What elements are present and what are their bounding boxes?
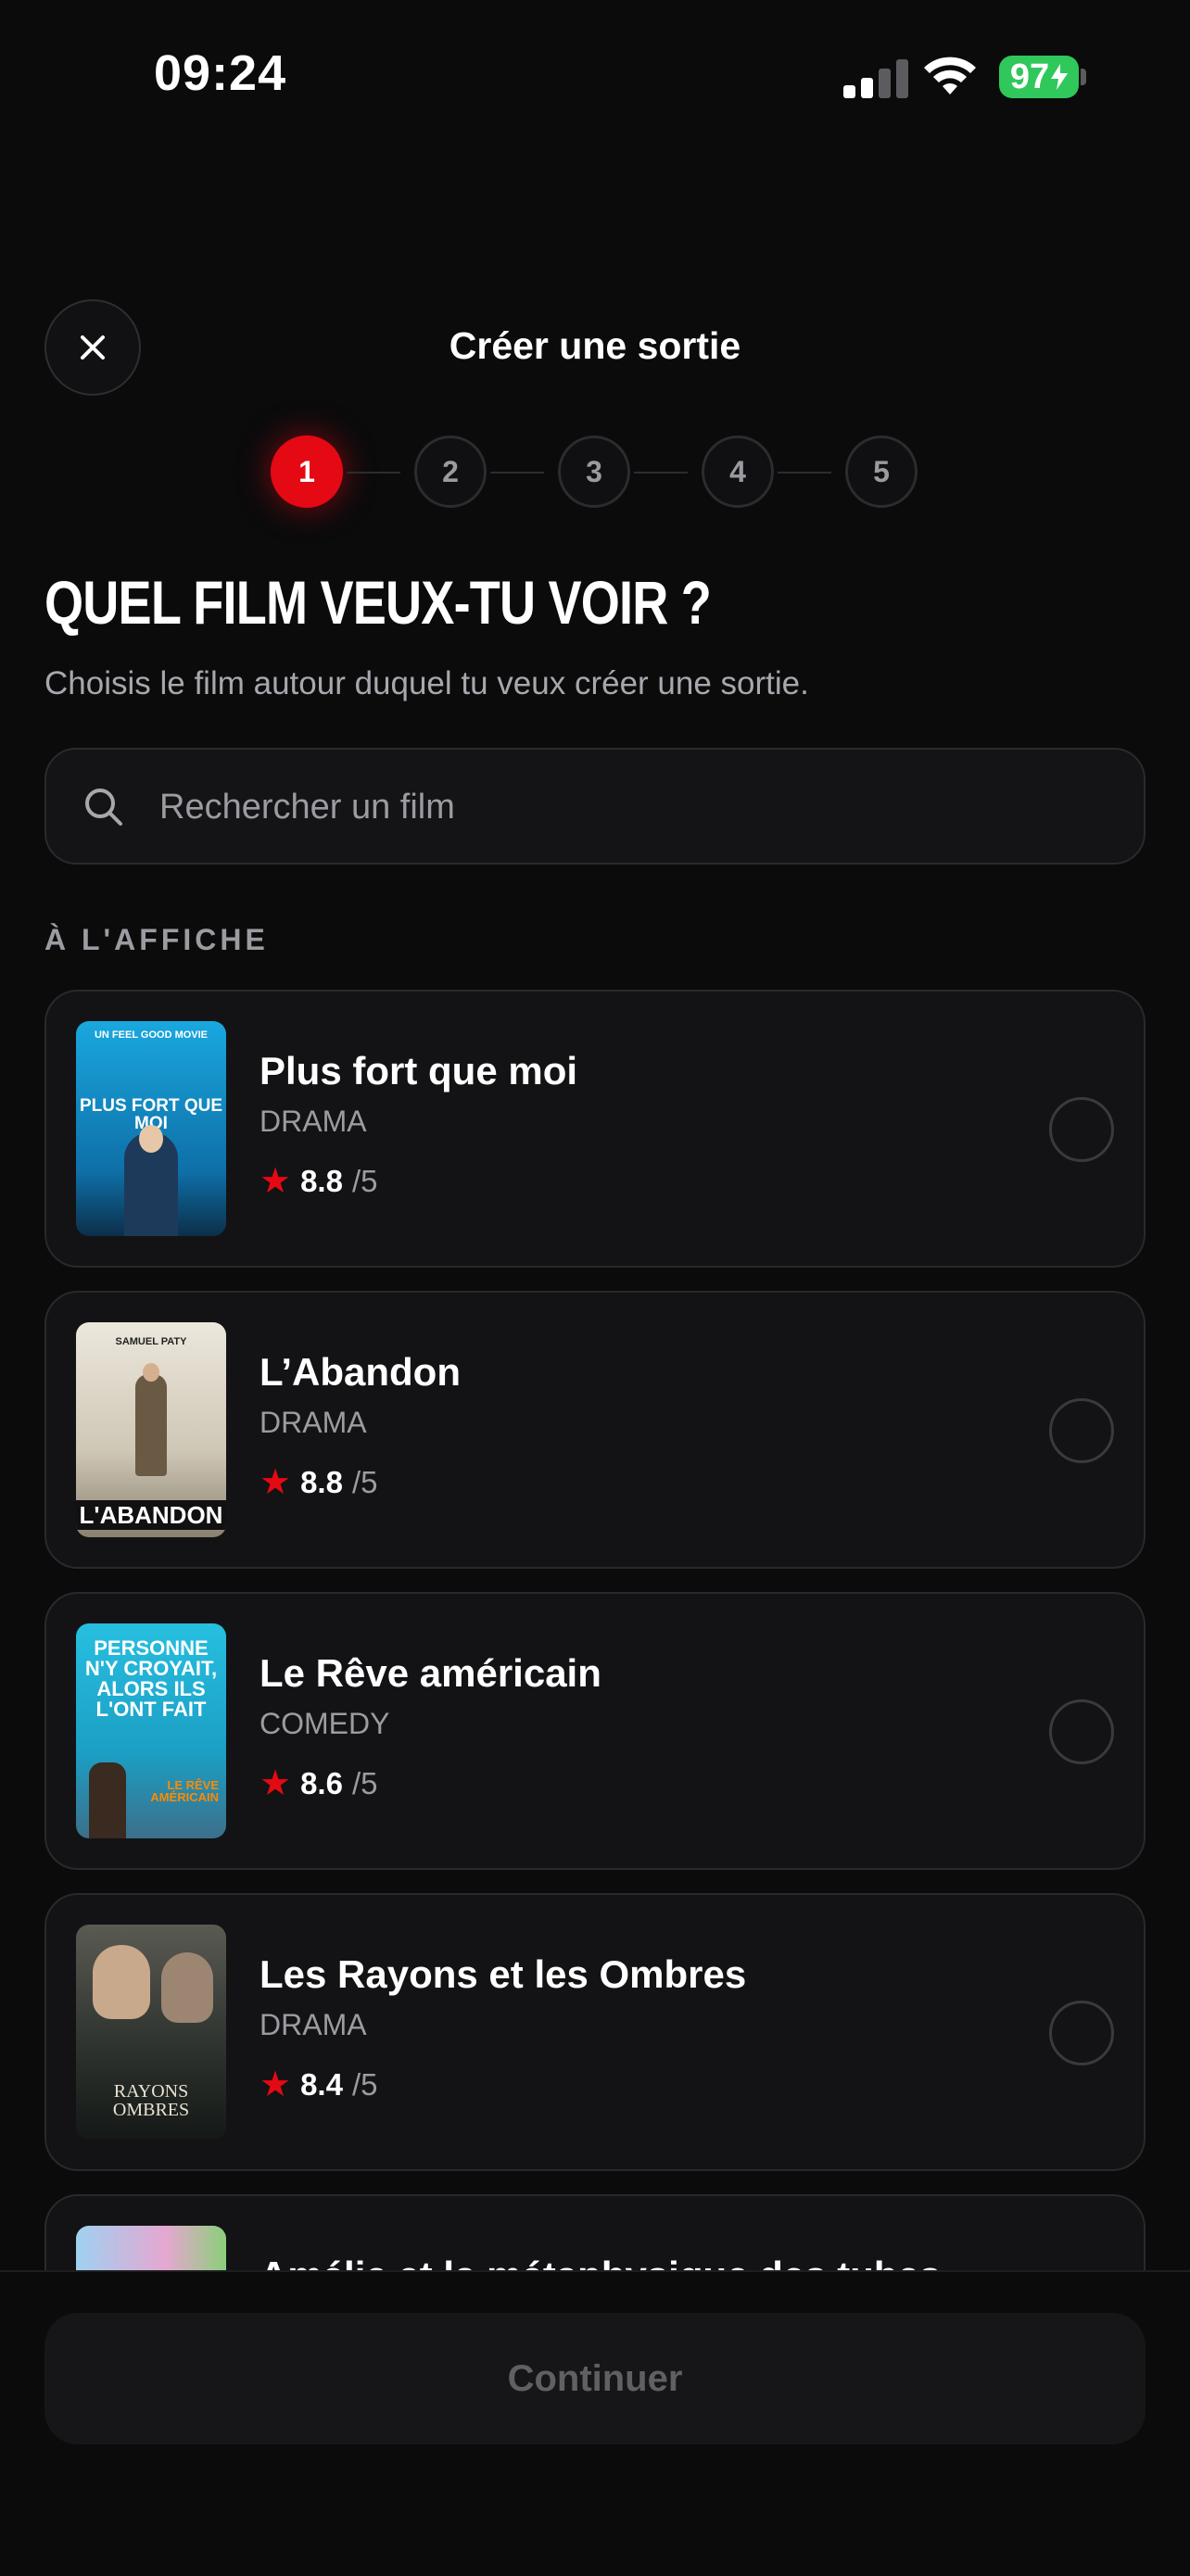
step-2: 2 <box>414 436 487 508</box>
poster-figure <box>143 1363 159 1382</box>
battery-cap <box>1081 69 1086 85</box>
movie-rating: ★ 8.6 /5 <box>260 1762 377 1804</box>
rating-max: /5 <box>351 1765 378 1800</box>
movie-title: Plus fort que moi <box>260 1049 578 1092</box>
movie-genre: COMEDY <box>260 1707 390 1740</box>
movie-rating: ★ 8.4 /5 <box>260 2064 377 2105</box>
movie-title: Les Rayons et les Ombres <box>260 1952 747 1996</box>
select-radio[interactable] <box>1049 1398 1114 1463</box>
status-time: 09:24 <box>154 45 287 101</box>
poster-figure <box>93 1945 150 2019</box>
continue-button[interactable]: Continuer <box>44 2313 1146 2444</box>
search-icon <box>85 789 122 826</box>
movie-poster: PERSONNE N'Y CROYAIT, ALORS ILS L'ONT FA… <box>76 1623 226 1838</box>
movie-card[interactable]: RAYONS OMBRES Les Rayons et les Ombres D… <box>44 1893 1146 2171</box>
step-1: 1 <box>271 436 343 508</box>
movie-card[interactable]: UN FEEL GOOD MOVIE PLUS FORT QUE MOI Plu… <box>44 990 1146 1268</box>
poster-title: RAYONS OMBRES <box>112 2081 190 2120</box>
movie-poster: UN FEEL GOOD MOVIE PLUS FORT QUE MOI <box>76 1021 226 1236</box>
select-radio[interactable] <box>1049 2001 1114 2065</box>
poster-figure <box>135 1374 167 1476</box>
battery-icon: 97 <box>999 56 1079 98</box>
star-icon: ★ <box>260 2065 292 2104</box>
rating-max: /5 <box>351 1163 378 1198</box>
poster-tagline: UN FEEL GOOD MOVIE <box>94 1029 209 1041</box>
rating-value: 8.4 <box>300 2066 343 2102</box>
step-connector <box>490 472 544 474</box>
step-4: 4 <box>702 436 774 508</box>
search-field[interactable] <box>44 748 1146 865</box>
step-3: 3 <box>558 436 630 508</box>
rating-value: 8.6 <box>300 1765 343 1800</box>
poster-figure <box>89 1762 126 1838</box>
stepper: 1 2 3 4 5 <box>271 436 919 511</box>
poster-subtitle: LE RÊVE AMÉRICAIN <box>150 1778 219 1804</box>
movie-genre: DRAMA <box>260 2008 367 2041</box>
movie-genre: DRAMA <box>260 1105 367 1138</box>
poster-tagline: SAMUEL PATY <box>115 1336 187 1347</box>
status-bar: 09:24 97 <box>0 0 1190 158</box>
step-connector <box>634 472 688 474</box>
select-radio[interactable] <box>1049 1699 1114 1764</box>
movie-poster: SAMUEL PATY L'ABANDON <box>76 1322 226 1537</box>
header-title: Créer une sortie <box>449 324 741 367</box>
wifi-icon <box>924 57 976 95</box>
movie-poster: RAYONS OMBRES <box>76 1925 226 2140</box>
step-connector <box>778 472 831 474</box>
movie-rating: ★ 8.8 /5 <box>260 1160 377 1202</box>
movie-title: L’Abandon <box>260 1350 461 1394</box>
star-icon: ★ <box>260 1764 292 1803</box>
rating-value: 8.8 <box>300 1163 343 1198</box>
page-title: QUEL FILM VEUX-TU VOIR ? <box>44 568 712 637</box>
movie-card[interactable]: SAMUEL PATY L'ABANDON L’Abandon DRAMA ★ … <box>44 1291 1146 1569</box>
movie-title: Le Rêve américain <box>260 1651 601 1695</box>
bottom-bar: Continuer <box>0 2270 1190 2576</box>
poster-title: PERSONNE N'Y CROYAIT, ALORS ILS L'ONT FA… <box>84 1636 218 1721</box>
rating-max: /5 <box>351 1464 378 1499</box>
step-connector <box>347 472 400 474</box>
star-icon: ★ <box>260 1463 292 1502</box>
select-radio[interactable] <box>1049 1097 1114 1162</box>
cellular-signal-icon <box>843 59 908 98</box>
section-label: À L'AFFICHE <box>44 923 269 956</box>
poster-figure <box>161 1952 213 2023</box>
rating-value: 8.8 <box>300 1464 343 1499</box>
step-5: 5 <box>845 436 918 508</box>
movie-genre: DRAMA <box>260 1406 367 1439</box>
movie-rating: ★ 8.8 /5 <box>260 1461 377 1503</box>
search-input[interactable] <box>158 750 1088 865</box>
poster-title: L'ABANDON <box>76 1500 226 1530</box>
poster-figure <box>139 1125 163 1153</box>
movie-card[interactable]: PERSONNE N'Y CROYAIT, ALORS ILS L'ONT FA… <box>44 1592 1146 1870</box>
battery-level: 97 <box>1009 57 1050 96</box>
star-icon: ★ <box>260 1162 292 1201</box>
page-subtitle: Choisis le film autour duquel tu veux cr… <box>44 665 809 701</box>
rating-max: /5 <box>351 2066 378 2102</box>
